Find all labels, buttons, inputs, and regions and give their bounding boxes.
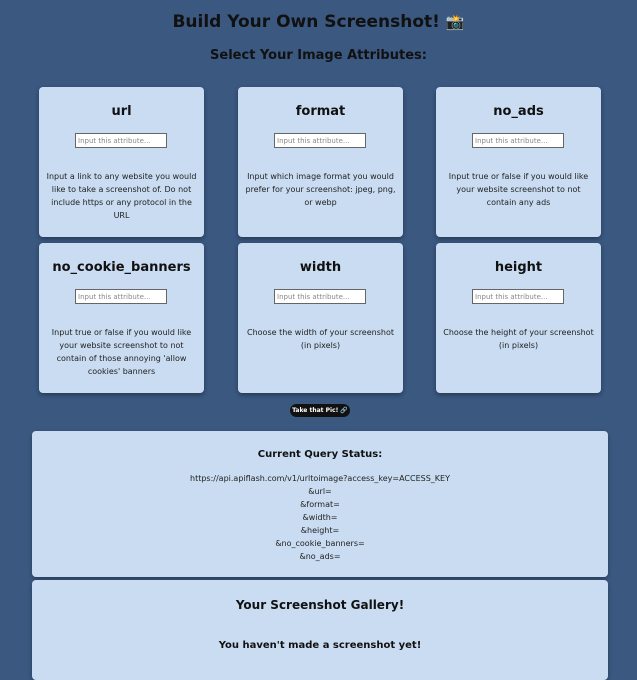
page-title: Build Your Own Screenshot! 📸 (0, 12, 637, 32)
attribute-description: Input a link to any website you would li… (46, 172, 197, 220)
query-status-panel: Current Query Status: https://api.apifla… (32, 431, 608, 577)
attribute-card-url: url Input a link to any website you woul… (39, 87, 204, 237)
attribute-name: format (295, 104, 346, 119)
attribute-card-width: width Choose the width of your screensho… (238, 243, 403, 393)
attribute-description: Choose the width of your screenshot (in … (247, 328, 394, 350)
attribute-name: url (111, 104, 132, 119)
query-status-lines: https://api.apiflash.com/v1/urltoimage?a… (32, 472, 608, 563)
width-input[interactable] (274, 289, 366, 304)
take-pic-button[interactable]: Take that Pic! 🔗 (290, 404, 350, 417)
attribute-description: Choose the height of your screenshot (in… (443, 328, 594, 350)
attribute-description: Input true or false if you would like yo… (51, 328, 192, 376)
query-status-heading: Current Query Status: (257, 449, 383, 460)
attribute-card-height: height Choose the height of your screens… (436, 243, 601, 393)
gallery-empty-message: You haven't made a screenshot yet! (218, 640, 422, 651)
page: Build Your Own Screenshot! 📸 Select Your… (0, 0, 637, 680)
gallery-heading: Your Screenshot Gallery! (235, 598, 405, 612)
attribute-name: height (494, 260, 543, 275)
height-input[interactable] (472, 289, 564, 304)
attribute-name: width (299, 260, 342, 275)
page-subtitle: Select Your Image Attributes: (210, 48, 427, 63)
camera-icon: 📸 (445, 13, 465, 31)
query-param-no-ads: &no_ads= (299, 552, 341, 561)
screenshot-gallery-panel: Your Screenshot Gallery! You haven't mad… (32, 580, 608, 680)
page-title-text: Build Your Own Screenshot! (172, 12, 440, 32)
attribute-description: Input which image format you would prefe… (245, 172, 396, 207)
no-ads-input[interactable] (472, 133, 564, 148)
format-input[interactable] (274, 133, 366, 148)
attribute-card-no-cookie-banners: no_cookie_banners Input true or false if… (39, 243, 204, 393)
attribute-card-no-ads: no_ads Input true or false if you would … (436, 87, 601, 237)
no-cookie-banners-input[interactable] (75, 289, 167, 304)
attribute-card-format: format Input which image format you woul… (238, 87, 403, 237)
query-param-url: &url= (308, 487, 332, 496)
query-param-width: &width= (302, 513, 338, 522)
attribute-name: no_cookie_banners (52, 260, 191, 275)
attribute-description: Input true or false if you would like yo… (448, 172, 589, 207)
query-base-url: https://api.apiflash.com/v1/urltoimage?a… (190, 474, 450, 483)
url-input[interactable] (75, 133, 167, 148)
query-param-format: &format= (300, 500, 340, 509)
query-param-height: &height= (300, 526, 340, 535)
query-param-no-cookie-banners: &no_cookie_banners= (275, 539, 365, 548)
attribute-name: no_ads (493, 104, 544, 119)
